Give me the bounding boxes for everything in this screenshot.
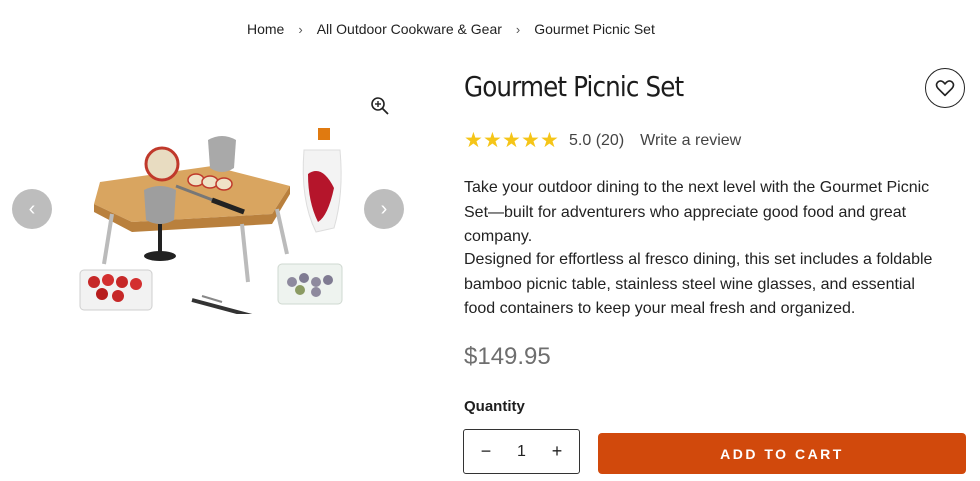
star-icon: ★ xyxy=(483,129,502,152)
gallery-prev-button[interactable]: ‹ xyxy=(12,189,52,229)
write-review-link[interactable]: Write a review xyxy=(640,132,741,150)
quantity-decrease-button[interactable]: − xyxy=(478,441,494,462)
star-icon: ★ xyxy=(464,129,483,152)
quantity-label: Quantity xyxy=(464,398,525,415)
breadcrumb-current: Gourmet Picnic Set xyxy=(534,21,655,37)
review-count: (20) xyxy=(595,131,625,149)
product-gallery: ‹ › xyxy=(0,80,440,340)
quantity-input[interactable] xyxy=(506,442,537,461)
breadcrumb-home[interactable]: Home xyxy=(247,21,284,37)
star-icon: ★ xyxy=(502,129,521,152)
product-image[interactable] xyxy=(72,104,372,314)
quantity-stepper: − + xyxy=(463,429,580,474)
product-description-details: Designed for effortless al fresco dining… xyxy=(464,251,933,317)
breadcrumb-separator: › xyxy=(515,21,521,37)
quantity-increase-button[interactable]: + xyxy=(549,441,565,462)
breadcrumb: Home › All Outdoor Cookware & Gear › Gou… xyxy=(247,21,655,37)
star-icon: ★ xyxy=(521,129,540,152)
rating-summary: 5.0 (20) xyxy=(569,132,624,150)
product-description-intro: Take your outdoor dining to the next lev… xyxy=(464,179,930,245)
add-to-cart-button[interactable]: ADD TO CART xyxy=(598,433,966,474)
zoom-in-icon xyxy=(371,97,389,115)
chevron-left-icon: ‹ xyxy=(28,197,36,220)
zoom-button[interactable] xyxy=(368,94,392,118)
breadcrumb-separator: › xyxy=(298,21,303,37)
product-title: Gourmet Picnic Set xyxy=(464,70,684,103)
rating-row: ★ ★ ★ ★ ★ 5.0 (20) Write a review xyxy=(464,130,741,151)
rating-value: 5.0 xyxy=(569,131,592,149)
star-icon: ★ xyxy=(540,129,559,152)
heart-icon xyxy=(935,80,955,97)
gallery-next-button[interactable]: › xyxy=(364,189,404,229)
product-price: $149.95 xyxy=(464,343,551,370)
wishlist-button[interactable] xyxy=(925,68,965,108)
chevron-right-icon: › xyxy=(380,197,388,220)
star-rating: ★ ★ ★ ★ ★ xyxy=(464,130,559,151)
breadcrumb-collection[interactable]: All Outdoor Cookware & Gear xyxy=(317,21,502,37)
